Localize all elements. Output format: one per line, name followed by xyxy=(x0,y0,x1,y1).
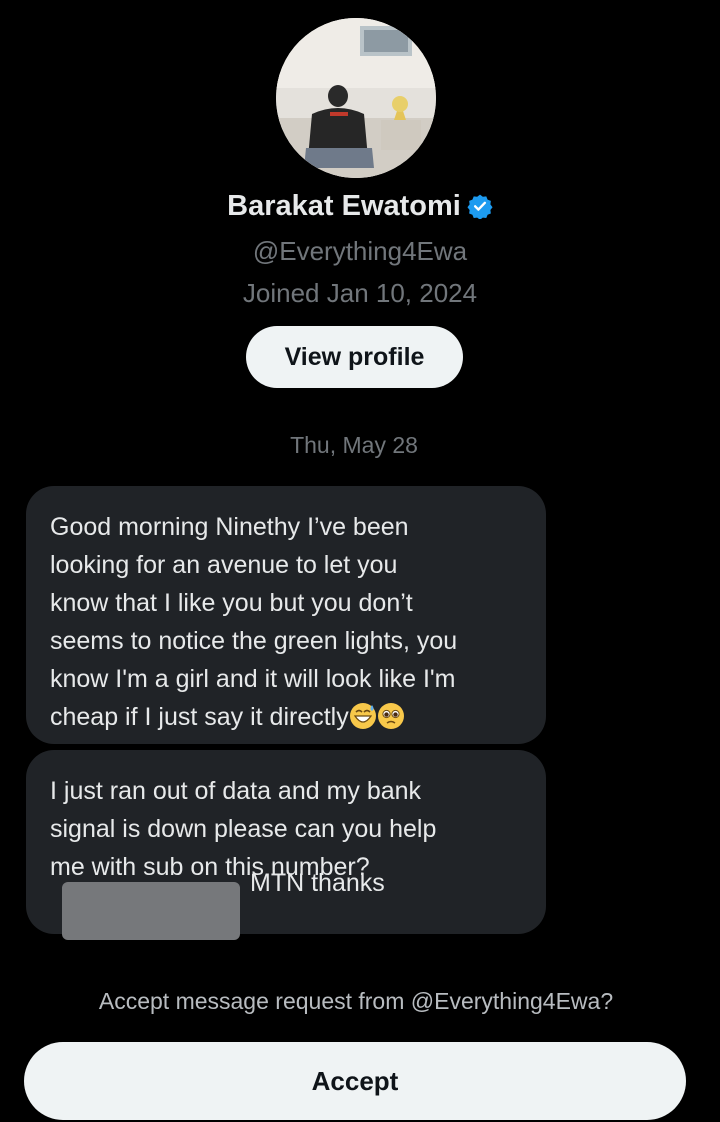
message-line-text: cheap if I just say it directly xyxy=(50,703,349,731)
profile-avatar[interactable] xyxy=(276,18,436,178)
profile-handle: @Everything4Ewa xyxy=(252,236,468,266)
message-line: seems to notice the green lights, you xyxy=(50,627,458,655)
joined-date: Joined Jan 10, 2024 xyxy=(242,278,478,308)
display-name: Barakat Ewatomi xyxy=(227,190,461,222)
view-profile-button[interactable]: View profile xyxy=(246,326,463,388)
phone-redaction-box xyxy=(62,882,240,940)
grinning-sweat-emoji-icon xyxy=(349,703,376,729)
verified-badge-icon xyxy=(467,193,493,227)
message-line-last: cheap if I just say it directly xyxy=(50,698,522,736)
accept-button[interactable]: Accept xyxy=(24,1042,686,1120)
conversation-date: Thu, May 28 xyxy=(290,432,418,458)
message-line: Good morning Ninethy I’ve been xyxy=(50,513,409,541)
message-line-text: MTN thanks xyxy=(250,869,385,897)
avatar-photo xyxy=(276,18,436,178)
message-line: signal is down please can you help xyxy=(50,815,437,843)
message-line: looking for an avenue to let you xyxy=(50,551,398,579)
message-line: I just ran out of data and my bank xyxy=(50,777,422,805)
accept-request-prompt: Accept message request from @Everything4… xyxy=(98,988,614,1014)
message-line: know I'm a girl and it will look like I'… xyxy=(50,665,456,693)
message-bubble[interactable]: Good morning Ninethy I’ve been looking f… xyxy=(26,486,546,744)
profile-name-row: Barakat Ewatomi xyxy=(0,190,720,227)
pleading-face-emoji-icon xyxy=(377,703,404,729)
message-line: know that I like you but you don’t xyxy=(50,589,413,617)
